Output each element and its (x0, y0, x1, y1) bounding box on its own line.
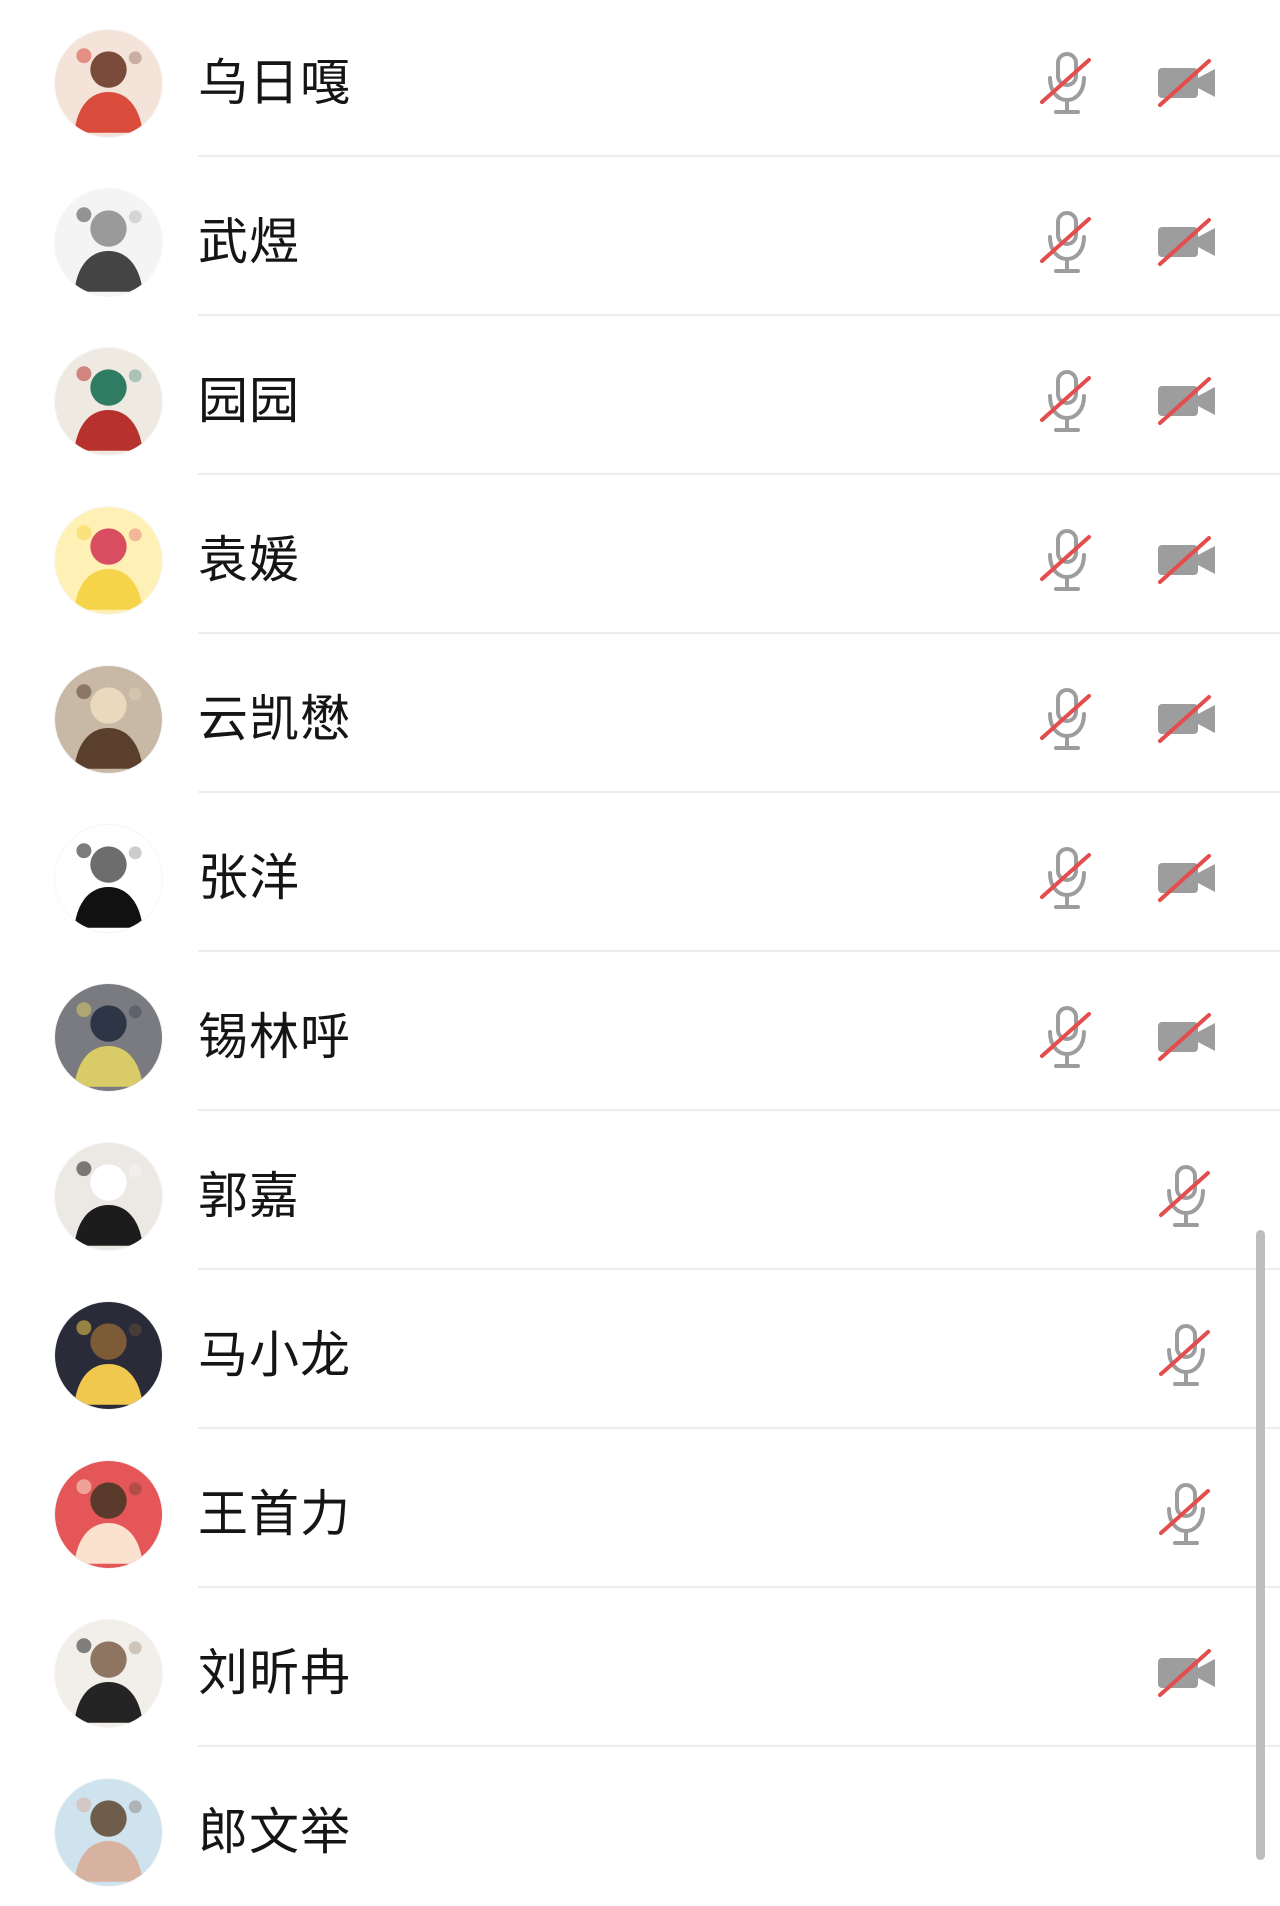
mic-muted-icon[interactable] (1147, 1157, 1225, 1235)
mic-muted-icon[interactable] (1028, 362, 1106, 440)
mic-muted-icon[interactable] (1028, 521, 1106, 599)
camera-off-icon[interactable] (1148, 362, 1226, 440)
avatar[interactable] (55, 666, 162, 773)
mic-muted-icon[interactable] (1028, 839, 1106, 917)
participant-row[interactable]: 马小龙 (0, 1270, 1280, 1429)
participant-row[interactable]: 王首力 (0, 1429, 1280, 1588)
camera-off-icon[interactable] (1148, 1634, 1226, 1712)
participant-name: 王首力 (198, 1485, 351, 1543)
avatar[interactable] (55, 348, 162, 455)
camera-off-icon[interactable] (1148, 521, 1226, 599)
participant-name: 刘昕冉 (198, 1644, 351, 1702)
participant-name: 锡林呼 (198, 1008, 351, 1066)
participant-row[interactable]: 乌日嘎 (0, 0, 1280, 157)
mic-muted-icon[interactable] (1147, 1475, 1225, 1553)
camera-off-icon[interactable] (1148, 839, 1226, 917)
participant-row[interactable]: 郎文举 (0, 1747, 1280, 1906)
mic-muted-icon[interactable] (1147, 1316, 1225, 1394)
scrollbar[interactable] (1256, 1230, 1265, 1860)
participant-name: 云凯懋 (198, 690, 351, 748)
mic-muted-icon[interactable] (1028, 44, 1106, 122)
participant-name: 袁媛 (198, 531, 300, 589)
mic-muted-icon[interactable] (1028, 203, 1106, 281)
avatar[interactable] (55, 30, 162, 137)
participant-name: 武煜 (198, 213, 300, 271)
camera-off-icon[interactable] (1148, 44, 1226, 122)
mic-muted-icon[interactable] (1028, 680, 1106, 758)
participant-row[interactable]: 袁媛 (0, 475, 1280, 634)
avatar[interactable] (55, 825, 162, 932)
participant-row[interactable]: 张洋 (0, 793, 1280, 952)
camera-off-icon[interactable] (1148, 998, 1226, 1076)
avatar[interactable] (55, 1779, 162, 1886)
participant-row[interactable]: 刘昕冉 (0, 1588, 1280, 1747)
participant-name: 郎文举 (198, 1803, 351, 1861)
participant-row[interactable]: 郭嘉 (0, 1111, 1280, 1270)
participant-name: 郭嘉 (198, 1167, 300, 1225)
participant-row[interactable]: 云凯懋 (0, 634, 1280, 793)
participant-row[interactable]: 锡林呼 (0, 952, 1280, 1111)
avatar[interactable] (55, 507, 162, 614)
participant-row[interactable]: 园园 (0, 316, 1280, 475)
participant-row[interactable]: 武煜 (0, 157, 1280, 316)
avatar[interactable] (55, 189, 162, 296)
participant-list: 乌日嘎 武煜 园园 袁媛 云凯懋 张洋 锡林呼 郭嘉 马小龙 王首力 刘昕冉 郎… (0, 0, 1280, 1906)
participant-name: 马小龙 (198, 1326, 351, 1384)
participant-name: 乌日嘎 (198, 54, 351, 112)
participant-name: 张洋 (198, 849, 300, 907)
avatar[interactable] (55, 1302, 162, 1409)
avatar[interactable] (55, 1461, 162, 1568)
participant-name: 园园 (198, 372, 300, 430)
avatar[interactable] (55, 1143, 162, 1250)
avatar[interactable] (55, 984, 162, 1091)
camera-off-icon[interactable] (1148, 680, 1226, 758)
avatar[interactable] (55, 1620, 162, 1727)
camera-off-icon[interactable] (1148, 203, 1226, 281)
mic-muted-icon[interactable] (1028, 998, 1106, 1076)
